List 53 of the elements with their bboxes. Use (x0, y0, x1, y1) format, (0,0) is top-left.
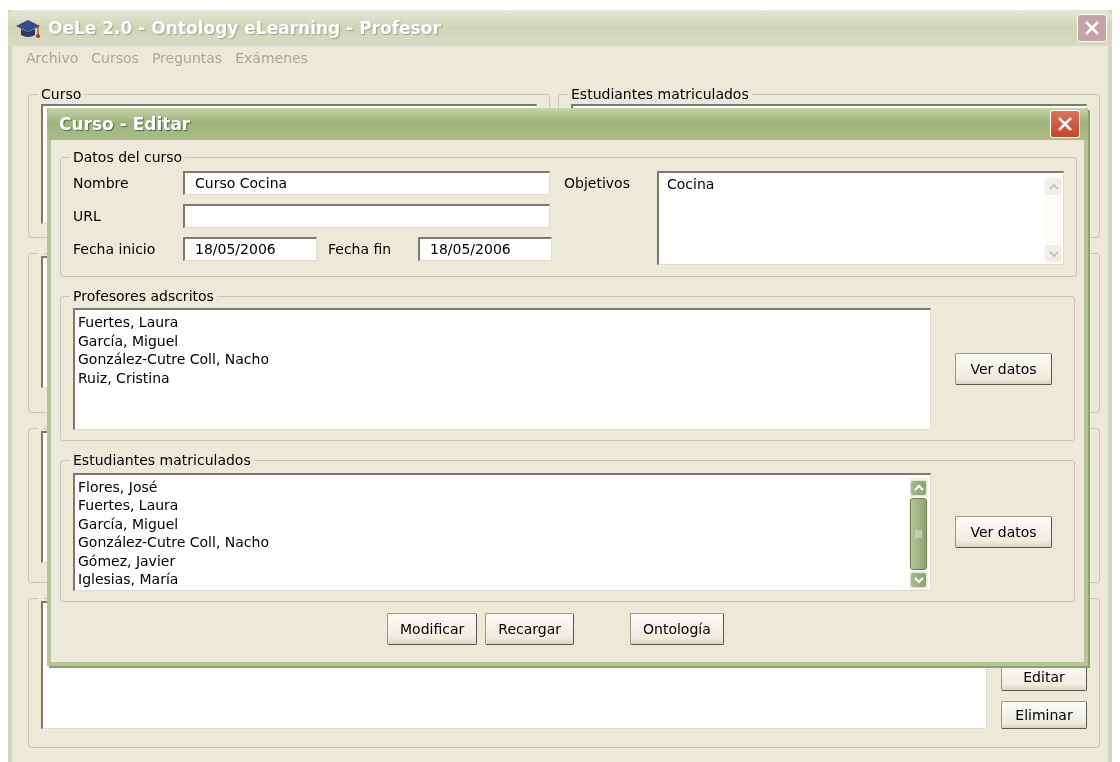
scroll-down-button[interactable] (910, 571, 927, 588)
action-button[interactable]: Ontología (630, 613, 724, 645)
group-title: Estudiantes matriculados (73, 452, 251, 468)
list-box[interactable]: Flores, José Fuertes, Laura García, Miguel González-Cutre Coll, Nacho Gómez, Javier Iglesias, María (73, 472, 931, 591)
scrollbar-thumb[interactable] (910, 497, 927, 570)
list-item[interactable]: García, Miguel (78, 514, 179, 533)
scrollbar[interactable] (909, 477, 928, 590)
scroll-down-button[interactable] (1045, 245, 1062, 262)
date-field[interactable]: 18/05/2006 (418, 237, 552, 261)
chevron-up-icon (1048, 182, 1059, 191)
list-item[interactable]: Flores, José (78, 477, 158, 496)
group-title: Estudiantes matriculados (571, 86, 749, 102)
text-field[interactable]: Curso Cocina (183, 171, 550, 195)
text-area[interactable]: Cocina (657, 171, 1064, 265)
window-title: OeLe 2.0 - Ontology eLearning - Profesor (48, 18, 442, 38)
list-item[interactable]: García, Miguel (78, 331, 179, 350)
field-label: Objetivos (564, 175, 631, 193)
group-title: Curso (41, 86, 82, 102)
view-data-button[interactable]: Ver datos (955, 353, 1052, 385)
field-label: Fecha fin (328, 241, 393, 257)
list-item[interactable]: Fuertes, Laura (78, 496, 179, 515)
chevron-down-icon (1048, 249, 1059, 258)
scroll-up-button[interactable] (910, 479, 927, 496)
field-label: Fecha inicio (73, 241, 157, 257)
field-label: Nombre (73, 175, 130, 191)
list-item[interactable]: Gómez, Javier (78, 551, 176, 570)
group-title: Datos del curso (73, 149, 183, 165)
list-item[interactable]: Fuertes, Laura (78, 313, 179, 332)
close-icon (1056, 115, 1074, 133)
group-title: Profesores adscritos (73, 288, 214, 304)
action-button[interactable]: Modificar (387, 613, 478, 645)
date-field[interactable]: 18/05/2006 (183, 237, 317, 261)
chevron-up-icon (913, 483, 924, 492)
graduation-cap-icon (14, 17, 42, 39)
scroll-up-button[interactable] (1045, 178, 1062, 195)
action-button[interactable]: Eliminar (1001, 701, 1087, 729)
dialog-title: Curso - Editar (59, 114, 192, 134)
grip-icon (915, 529, 922, 538)
list-item[interactable]: González-Cutre Coll, Nacho (78, 533, 269, 552)
list-item[interactable]: Ruiz, Cristina (78, 368, 170, 387)
close-button[interactable] (1077, 14, 1107, 42)
list-item[interactable]: González-Cutre Coll, Nacho (78, 350, 269, 369)
list-box[interactable]: Fuertes, Laura García, Miguel González-Cutre Coll, Nacho Ruiz, Cristina (73, 308, 931, 430)
text-field[interactable] (183, 204, 550, 228)
chevron-down-icon (913, 575, 924, 584)
field-label: URL (73, 208, 102, 224)
list-item[interactable]: Iglesias, María (78, 570, 179, 589)
close-button[interactable] (1050, 110, 1080, 138)
text-area-value: Cocina (667, 176, 716, 194)
action-button[interactable]: Recargar (485, 613, 574, 645)
view-data-button[interactable]: Ver datos (955, 515, 1052, 548)
scrollbar[interactable] (1044, 176, 1063, 264)
close-icon (1083, 19, 1101, 37)
